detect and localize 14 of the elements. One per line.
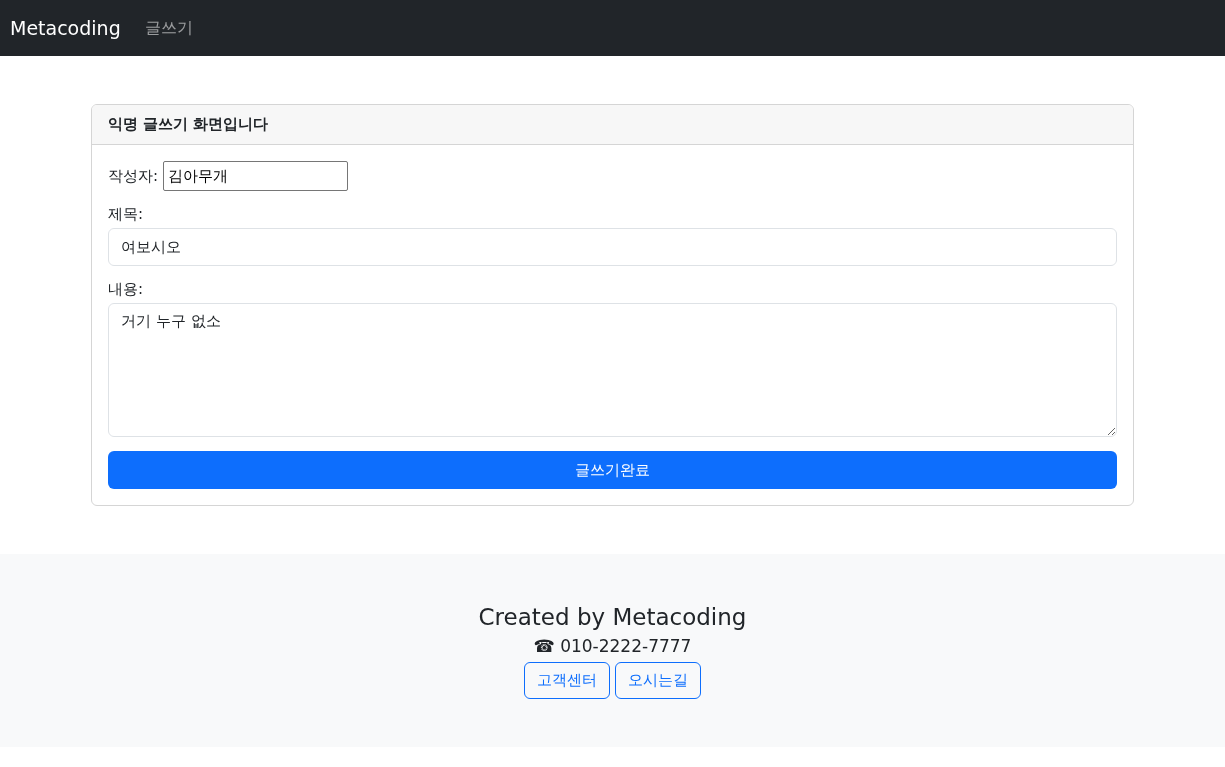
footer-button[interactable]: 오시는길 — [615, 662, 701, 699]
card-header: 익명 글쓰기 화면입니다 — [92, 105, 1133, 145]
footer-credit: Created by Metacoding — [478, 604, 747, 630]
content-field[interactable]: 거기 누구 없소 — [108, 303, 1117, 437]
field-label: 제목: — [108, 205, 145, 224]
nav-link[interactable]: 글쓰기 — [144, 17, 193, 39]
title-field[interactable]: 여보시오 — [108, 228, 1117, 266]
author-field[interactable]: 김아무개 — [163, 161, 349, 191]
field-label: 내용: — [108, 280, 145, 299]
phone-number: ☎ 010-2222-7777 — [533, 636, 692, 656]
footer-button[interactable]: 고객센터 — [524, 662, 610, 699]
field-label: 작성자: — [108, 166, 159, 186]
brand-link[interactable]: Metacoding — [10, 17, 121, 39]
submit-button[interactable]: 글쓰기완료 — [108, 451, 1117, 489]
